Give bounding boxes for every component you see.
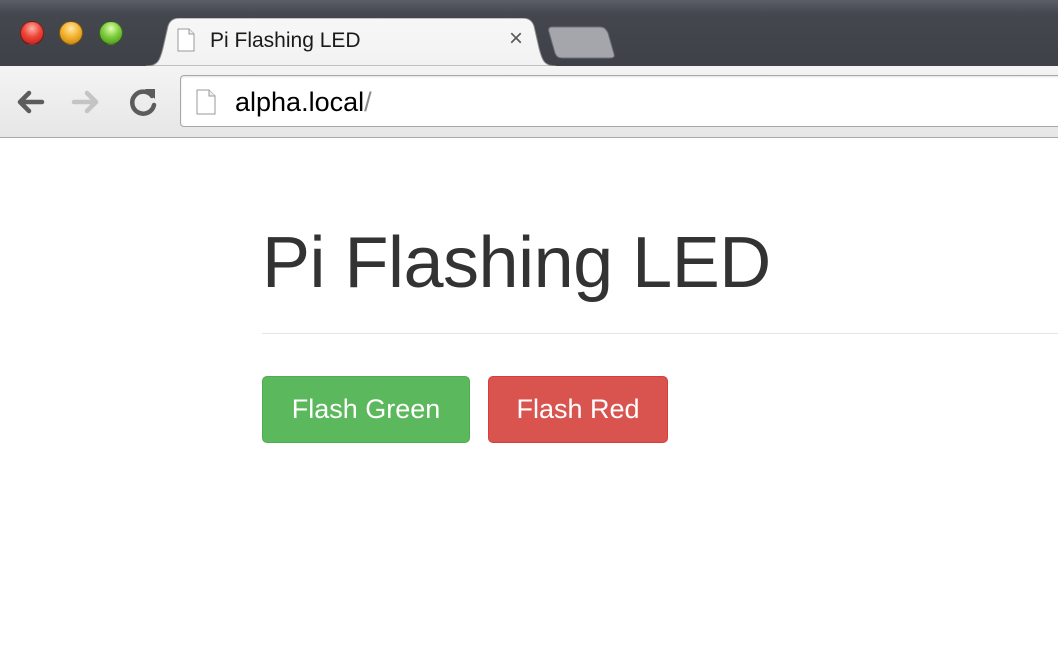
flash-red-button[interactable]: Flash Red — [488, 376, 668, 443]
tab-title: Pi Flashing LED — [210, 29, 361, 52]
new-tab-button[interactable] — [548, 26, 616, 59]
flash-green-button[interactable]: Flash Green — [262, 376, 470, 443]
page-title: Pi Flashing LED — [262, 223, 771, 303]
page-icon — [177, 28, 195, 52]
browser-toolbar: alpha.local/ — [0, 66, 1058, 138]
url-host: alpha.local — [235, 87, 365, 117]
reload-icon[interactable] — [125, 84, 161, 120]
url-path: / — [364, 87, 372, 117]
forward-arrow-icon[interactable] — [68, 84, 104, 120]
heading-divider — [262, 333, 1058, 334]
tab-close-icon[interactable]: × — [504, 27, 528, 51]
window-zoom-button[interactable] — [99, 21, 123, 45]
window-close-button[interactable] — [20, 21, 44, 45]
window-minimize-button[interactable] — [59, 21, 83, 45]
address-url: alpha.local/ — [235, 87, 372, 118]
window-titlebar: Pi Flashing LED × — [0, 0, 1058, 66]
browser-tab-active[interactable]: Pi Flashing LED × — [146, 18, 556, 66]
page-icon — [196, 89, 216, 115]
back-arrow-icon[interactable] — [12, 84, 48, 120]
address-bar[interactable]: alpha.local/ — [180, 75, 1058, 127]
